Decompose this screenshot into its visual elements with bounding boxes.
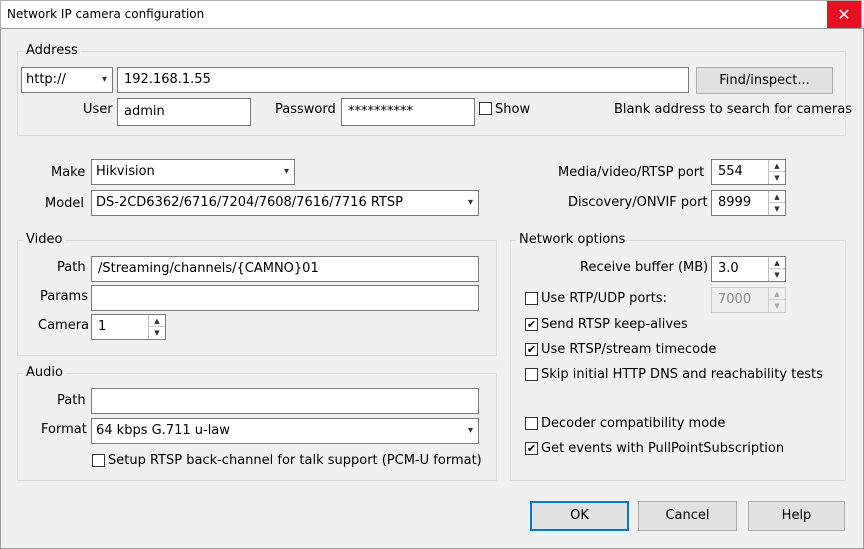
audio-group-title: Audio bbox=[23, 365, 66, 380]
password-input[interactable]: ********** bbox=[341, 98, 475, 126]
pullpoint-label: Get events with PullPointSubscription bbox=[541, 441, 785, 456]
user-label: User bbox=[83, 102, 113, 117]
camera-number-spinner[interactable]: ▲ ▼ bbox=[148, 315, 165, 339]
media-port-spinner[interactable]: ▲ ▼ bbox=[768, 160, 785, 184]
video-path-value: /Streaming/channels/{CAMNO}01 bbox=[98, 261, 319, 276]
close-icon: ✕ bbox=[837, 5, 851, 24]
audio-format-select[interactable]: 64 kbps G.711 u-law ▾ bbox=[91, 418, 479, 444]
make-label: Make bbox=[51, 165, 86, 180]
help-button[interactable]: Help bbox=[748, 501, 845, 531]
rtp-udp-port-value: 7000 bbox=[718, 292, 752, 307]
address-value: 192.168.1.55 bbox=[124, 72, 211, 87]
address-hint: Blank address to search for cameras bbox=[614, 102, 852, 117]
make-select[interactable]: Hikvision ▾ bbox=[91, 159, 295, 185]
skip-http-label: Skip initial HTTP DNS and reachability t… bbox=[541, 367, 823, 382]
video-params-input[interactable] bbox=[91, 285, 479, 311]
media-port-value: 554 bbox=[718, 164, 743, 179]
password-value: ********** bbox=[348, 104, 413, 119]
decoder-compat-label: Decoder compatibility mode bbox=[541, 416, 726, 431]
chevron-down-icon: ▾ bbox=[467, 197, 473, 208]
rtp-udp-label: Use RTP/UDP ports: bbox=[541, 291, 667, 306]
keepalive-label: Send RTSP keep-alives bbox=[541, 317, 688, 332]
keepalive-checkbox[interactable]: ✔ bbox=[525, 318, 538, 331]
user-value: admin bbox=[124, 104, 165, 119]
chevron-down-icon: ▾ bbox=[101, 74, 107, 85]
backchannel-label: Setup RTSP back-channel for talk support… bbox=[108, 453, 482, 468]
rtp-udp-port-input[interactable]: 7000 ▲ ▼ bbox=[711, 287, 786, 313]
arrow-up-icon[interactable]: ▲ bbox=[769, 288, 785, 300]
arrow-down-icon[interactable]: ▼ bbox=[769, 172, 785, 184]
video-path-input[interactable]: /Streaming/channels/{CAMNO}01 bbox=[91, 256, 479, 282]
chevron-down-icon: ▾ bbox=[283, 166, 289, 177]
pullpoint-checkbox[interactable]: ✔ bbox=[525, 442, 538, 455]
model-value: DS-2CD6362/6716/7204/7608/7616/7716 RTSP bbox=[96, 195, 403, 210]
audio-path-input[interactable] bbox=[91, 388, 479, 414]
discovery-port-label: Discovery/ONVIF port bbox=[568, 195, 708, 210]
checkmark-icon: ✔ bbox=[526, 343, 537, 356]
audio-format-value: 64 kbps G.711 u-law bbox=[96, 423, 230, 438]
timecode-checkbox[interactable]: ✔ bbox=[525, 343, 538, 356]
checkmark-icon: ✔ bbox=[526, 318, 537, 331]
model-label: Model bbox=[45, 196, 85, 211]
media-port-label: Media/video/RTSP port bbox=[558, 165, 705, 180]
arrow-down-icon[interactable]: ▼ bbox=[769, 300, 785, 312]
arrow-down-icon[interactable]: ▼ bbox=[149, 327, 165, 339]
receive-buffer-input[interactable]: 3.0 ▲ ▼ bbox=[711, 256, 786, 282]
address-input[interactable]: 192.168.1.55 bbox=[117, 67, 689, 93]
discovery-port-input[interactable]: 8999 ▲ ▼ bbox=[711, 190, 786, 216]
user-input[interactable]: admin bbox=[117, 98, 251, 126]
timecode-label: Use RTSP/stream timecode bbox=[541, 342, 717, 357]
arrow-down-icon[interactable]: ▼ bbox=[769, 269, 785, 281]
rtp-udp-checkbox[interactable] bbox=[525, 292, 538, 305]
model-select[interactable]: DS-2CD6362/6716/7204/7608/7616/7716 RTSP… bbox=[91, 190, 479, 216]
rtp-udp-port-spinner[interactable]: ▲ ▼ bbox=[768, 288, 785, 312]
audio-path-label: Path bbox=[57, 393, 86, 408]
video-params-label: Params bbox=[40, 289, 88, 304]
password-label: Password bbox=[275, 102, 336, 117]
find-inspect-button[interactable]: Find/inspect... bbox=[696, 67, 833, 94]
skip-http-checkbox[interactable] bbox=[525, 368, 538, 381]
protocol-select[interactable]: http:// ▾ bbox=[21, 67, 113, 93]
ok-button[interactable]: OK bbox=[530, 501, 629, 531]
arrow-up-icon[interactable]: ▲ bbox=[769, 191, 785, 203]
receive-buffer-value: 3.0 bbox=[718, 261, 739, 276]
decoder-compat-checkbox[interactable] bbox=[525, 417, 538, 430]
media-port-input[interactable]: 554 ▲ ▼ bbox=[711, 159, 786, 185]
show-password-checkbox[interactable] bbox=[479, 102, 492, 115]
camera-number-value: 1 bbox=[98, 319, 107, 334]
close-button[interactable]: ✕ bbox=[827, 1, 861, 29]
protocol-value: http:// bbox=[26, 72, 66, 87]
arrow-down-icon[interactable]: ▼ bbox=[769, 203, 785, 215]
discovery-port-spinner[interactable]: ▲ ▼ bbox=[768, 191, 785, 215]
arrow-up-icon[interactable]: ▲ bbox=[769, 257, 785, 269]
receive-buffer-label: Receive buffer (MB) bbox=[580, 260, 709, 275]
arrow-up-icon[interactable]: ▲ bbox=[149, 315, 165, 327]
window-title: Network IP camera configuration bbox=[7, 7, 205, 21]
receive-buffer-spinner[interactable]: ▲ ▼ bbox=[768, 257, 785, 281]
camera-label: Camera bbox=[38, 318, 90, 333]
arrow-up-icon[interactable]: ▲ bbox=[769, 160, 785, 172]
chevron-down-icon: ▾ bbox=[467, 425, 473, 436]
address-group-title: Address bbox=[23, 43, 81, 58]
show-password-label: Show bbox=[495, 102, 531, 117]
audio-format-label: Format bbox=[41, 422, 87, 437]
video-path-label: Path bbox=[57, 260, 86, 275]
discovery-port-value: 8999 bbox=[718, 195, 752, 210]
title-bar: Network IP camera configuration ✕ bbox=[0, 0, 862, 29]
network-options-group-title: Network options bbox=[516, 232, 629, 247]
cancel-button[interactable]: Cancel bbox=[638, 501, 737, 531]
backchannel-checkbox[interactable] bbox=[92, 454, 105, 467]
video-group-title: Video bbox=[23, 232, 66, 247]
checkmark-icon: ✔ bbox=[526, 442, 537, 455]
camera-number-input[interactable]: 1 ▲ ▼ bbox=[91, 314, 166, 340]
make-value: Hikvision bbox=[96, 164, 155, 179]
